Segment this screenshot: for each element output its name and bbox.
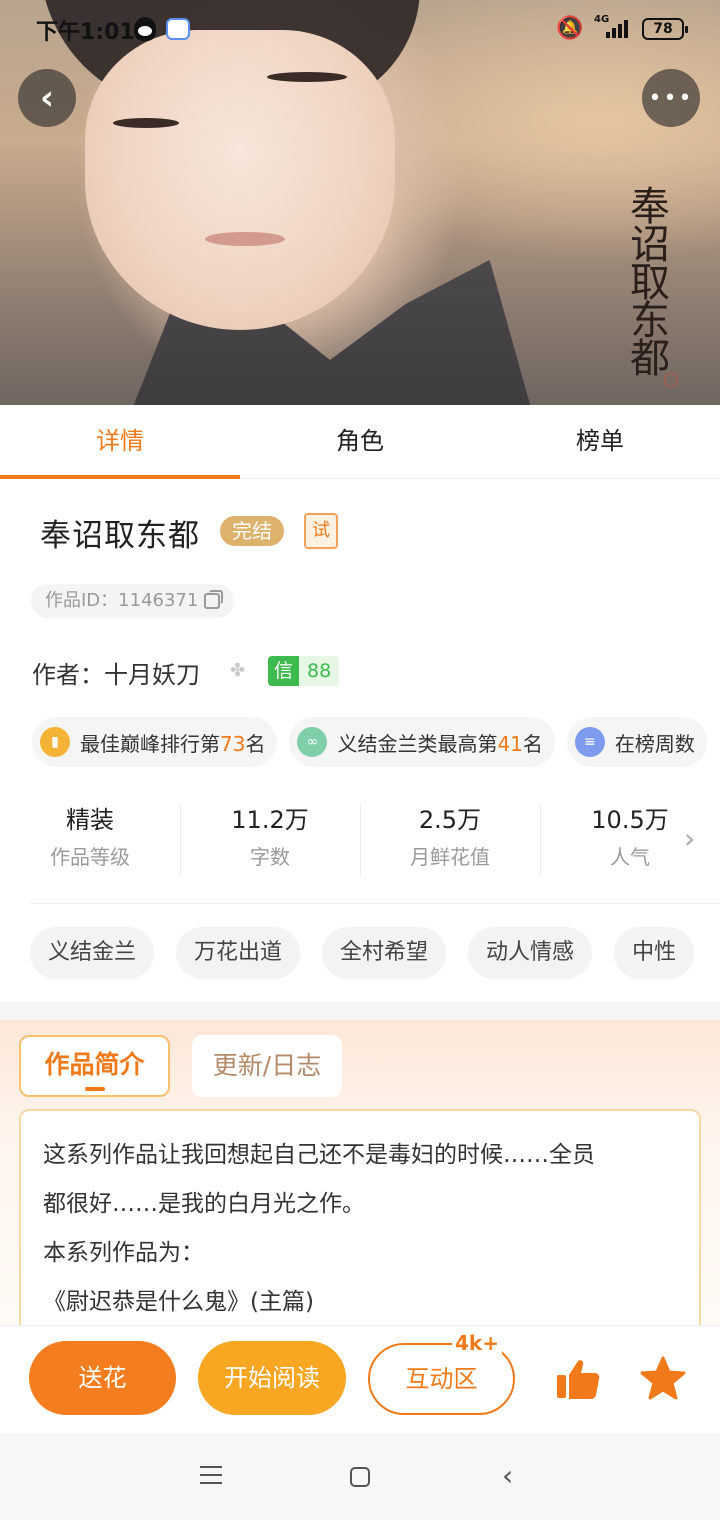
trust-score: 88 (299, 656, 340, 686)
mute-bell-icon: 🔕 (556, 16, 584, 41)
ranking-text: 义结金兰类最高第41名 (337, 731, 543, 756)
signal-icon (606, 20, 632, 38)
status-badge: 完结 (220, 516, 284, 546)
intro-text: 这系列作品让我回想起自己还不是毒妇的时候……全员 都很好……是我的白月光之作。 … (19, 1109, 701, 1349)
battery-level: 78 (653, 21, 673, 37)
menu-icon[interactable] (200, 1466, 222, 1484)
trust-label: 信 (268, 656, 300, 686)
chevron-right-icon[interactable]: › (684, 822, 695, 855)
detail-tabs: 详情 角色 榜单 (0, 405, 720, 479)
tab-intro[interactable]: 作品简介 (19, 1035, 170, 1097)
status-time: 下午1:01 (36, 20, 135, 45)
intro-line: 本系列作品为： (43, 1240, 204, 1266)
interaction-count-badge: 4k+ (452, 1332, 502, 1354)
chart-bar-icon: ▮ (40, 727, 70, 757)
tab-rankings[interactable]: 榜单 (480, 405, 720, 478)
more-dots-icon[interactable]: ••• (642, 69, 700, 127)
section-gap (0, 1002, 720, 1020)
clover-icon: ✤ (230, 660, 246, 681)
start-reading-button[interactable]: 开始阅读 (198, 1341, 346, 1415)
stat-word-count: 11.2万 字数 (231, 806, 309, 869)
tag-item[interactable]: 动人情感 (468, 927, 593, 979)
cover-image: 奉诏取东都 (0, 0, 720, 405)
cover-lips (205, 232, 285, 246)
ranking-text: 最佳巅峰排行第73名 (80, 731, 266, 756)
ranking-row: ▮ 最佳巅峰排行第73名 ∞ 义结金兰类最高第41名 ≡ 在榜周数 (32, 717, 707, 767)
ranking-weeks[interactable]: ≡ 在榜周数 (566, 717, 707, 767)
intro-line: 都很好……是我的白月光之作。 (43, 1191, 365, 1217)
trial-badge: 试 (304, 513, 338, 549)
tag-row: 义结金兰 万花出道 全村希望 动人情感 中性 (30, 927, 695, 979)
work-id[interactable]: 作品ID：1146371 (31, 584, 235, 618)
tab-characters[interactable]: 角色 (240, 405, 480, 478)
tab-updates[interactable]: 更新/日志 (192, 1035, 342, 1097)
intro-line: 《尉迟恭是什么鬼》(主篇) (43, 1289, 314, 1315)
home-icon[interactable] (350, 1467, 370, 1487)
ranking-peak[interactable]: ▮ 最佳巅峰排行第73名 (32, 717, 278, 767)
qq-icon (134, 17, 156, 41)
tab-details[interactable]: 详情 (0, 405, 240, 479)
stat-flowers: 2.5万 月鲜花值 (410, 806, 490, 869)
battery-icon: 78 (642, 18, 688, 40)
author-name[interactable]: 作者：十月妖刀 (32, 655, 200, 690)
rings-icon: ∞ (297, 727, 328, 757)
copy-icon[interactable] (204, 590, 224, 609)
tag-item[interactable]: 全村希望 (322, 927, 447, 979)
work-title: 奉诏取东都 (40, 518, 200, 554)
back-arrow-icon[interactable]: ‹ (18, 69, 76, 127)
divider (30, 903, 720, 904)
cloud-app-icon (166, 18, 190, 40)
send-flower-button[interactable]: 送花 (29, 1341, 176, 1415)
thumbs-up-icon[interactable] (556, 1358, 600, 1400)
star-icon[interactable] (640, 1356, 686, 1402)
tag-item[interactable]: 中性 (614, 927, 695, 979)
tag-item[interactable]: 万花出道 (176, 927, 301, 979)
cover-eye-right (267, 72, 347, 82)
tag-item[interactable]: 义结金兰 (30, 927, 155, 979)
ranking-category[interactable]: ∞ 义结金兰类最高第41名 (289, 717, 555, 767)
stat-level: 精装 作品等级 (50, 806, 130, 869)
cover-eye-left (113, 118, 179, 128)
intro-line: 这系列作品让我回想起自己还不是毒妇的时候……全员 (43, 1142, 595, 1168)
nav-back-icon[interactable]: ‹ (502, 1462, 513, 1490)
cover-seal (664, 373, 678, 387)
list-doc-icon: ≡ (574, 727, 605, 757)
status-bar: 下午1:01 🔕 4G 78 (0, 0, 720, 60)
trust-badge[interactable]: 信 88 (268, 656, 340, 686)
work-id-text: 作品ID：1146371 (45, 590, 199, 611)
cover-face (85, 30, 395, 330)
stats-row[interactable]: 精装 作品等级 11.2万 字数 2.5万 月鲜花值 10.5万 人气 (0, 800, 720, 880)
ranking-text: 在榜周数 (614, 731, 695, 756)
cover-calligraphy: 奉诏取东都 (623, 185, 669, 375)
